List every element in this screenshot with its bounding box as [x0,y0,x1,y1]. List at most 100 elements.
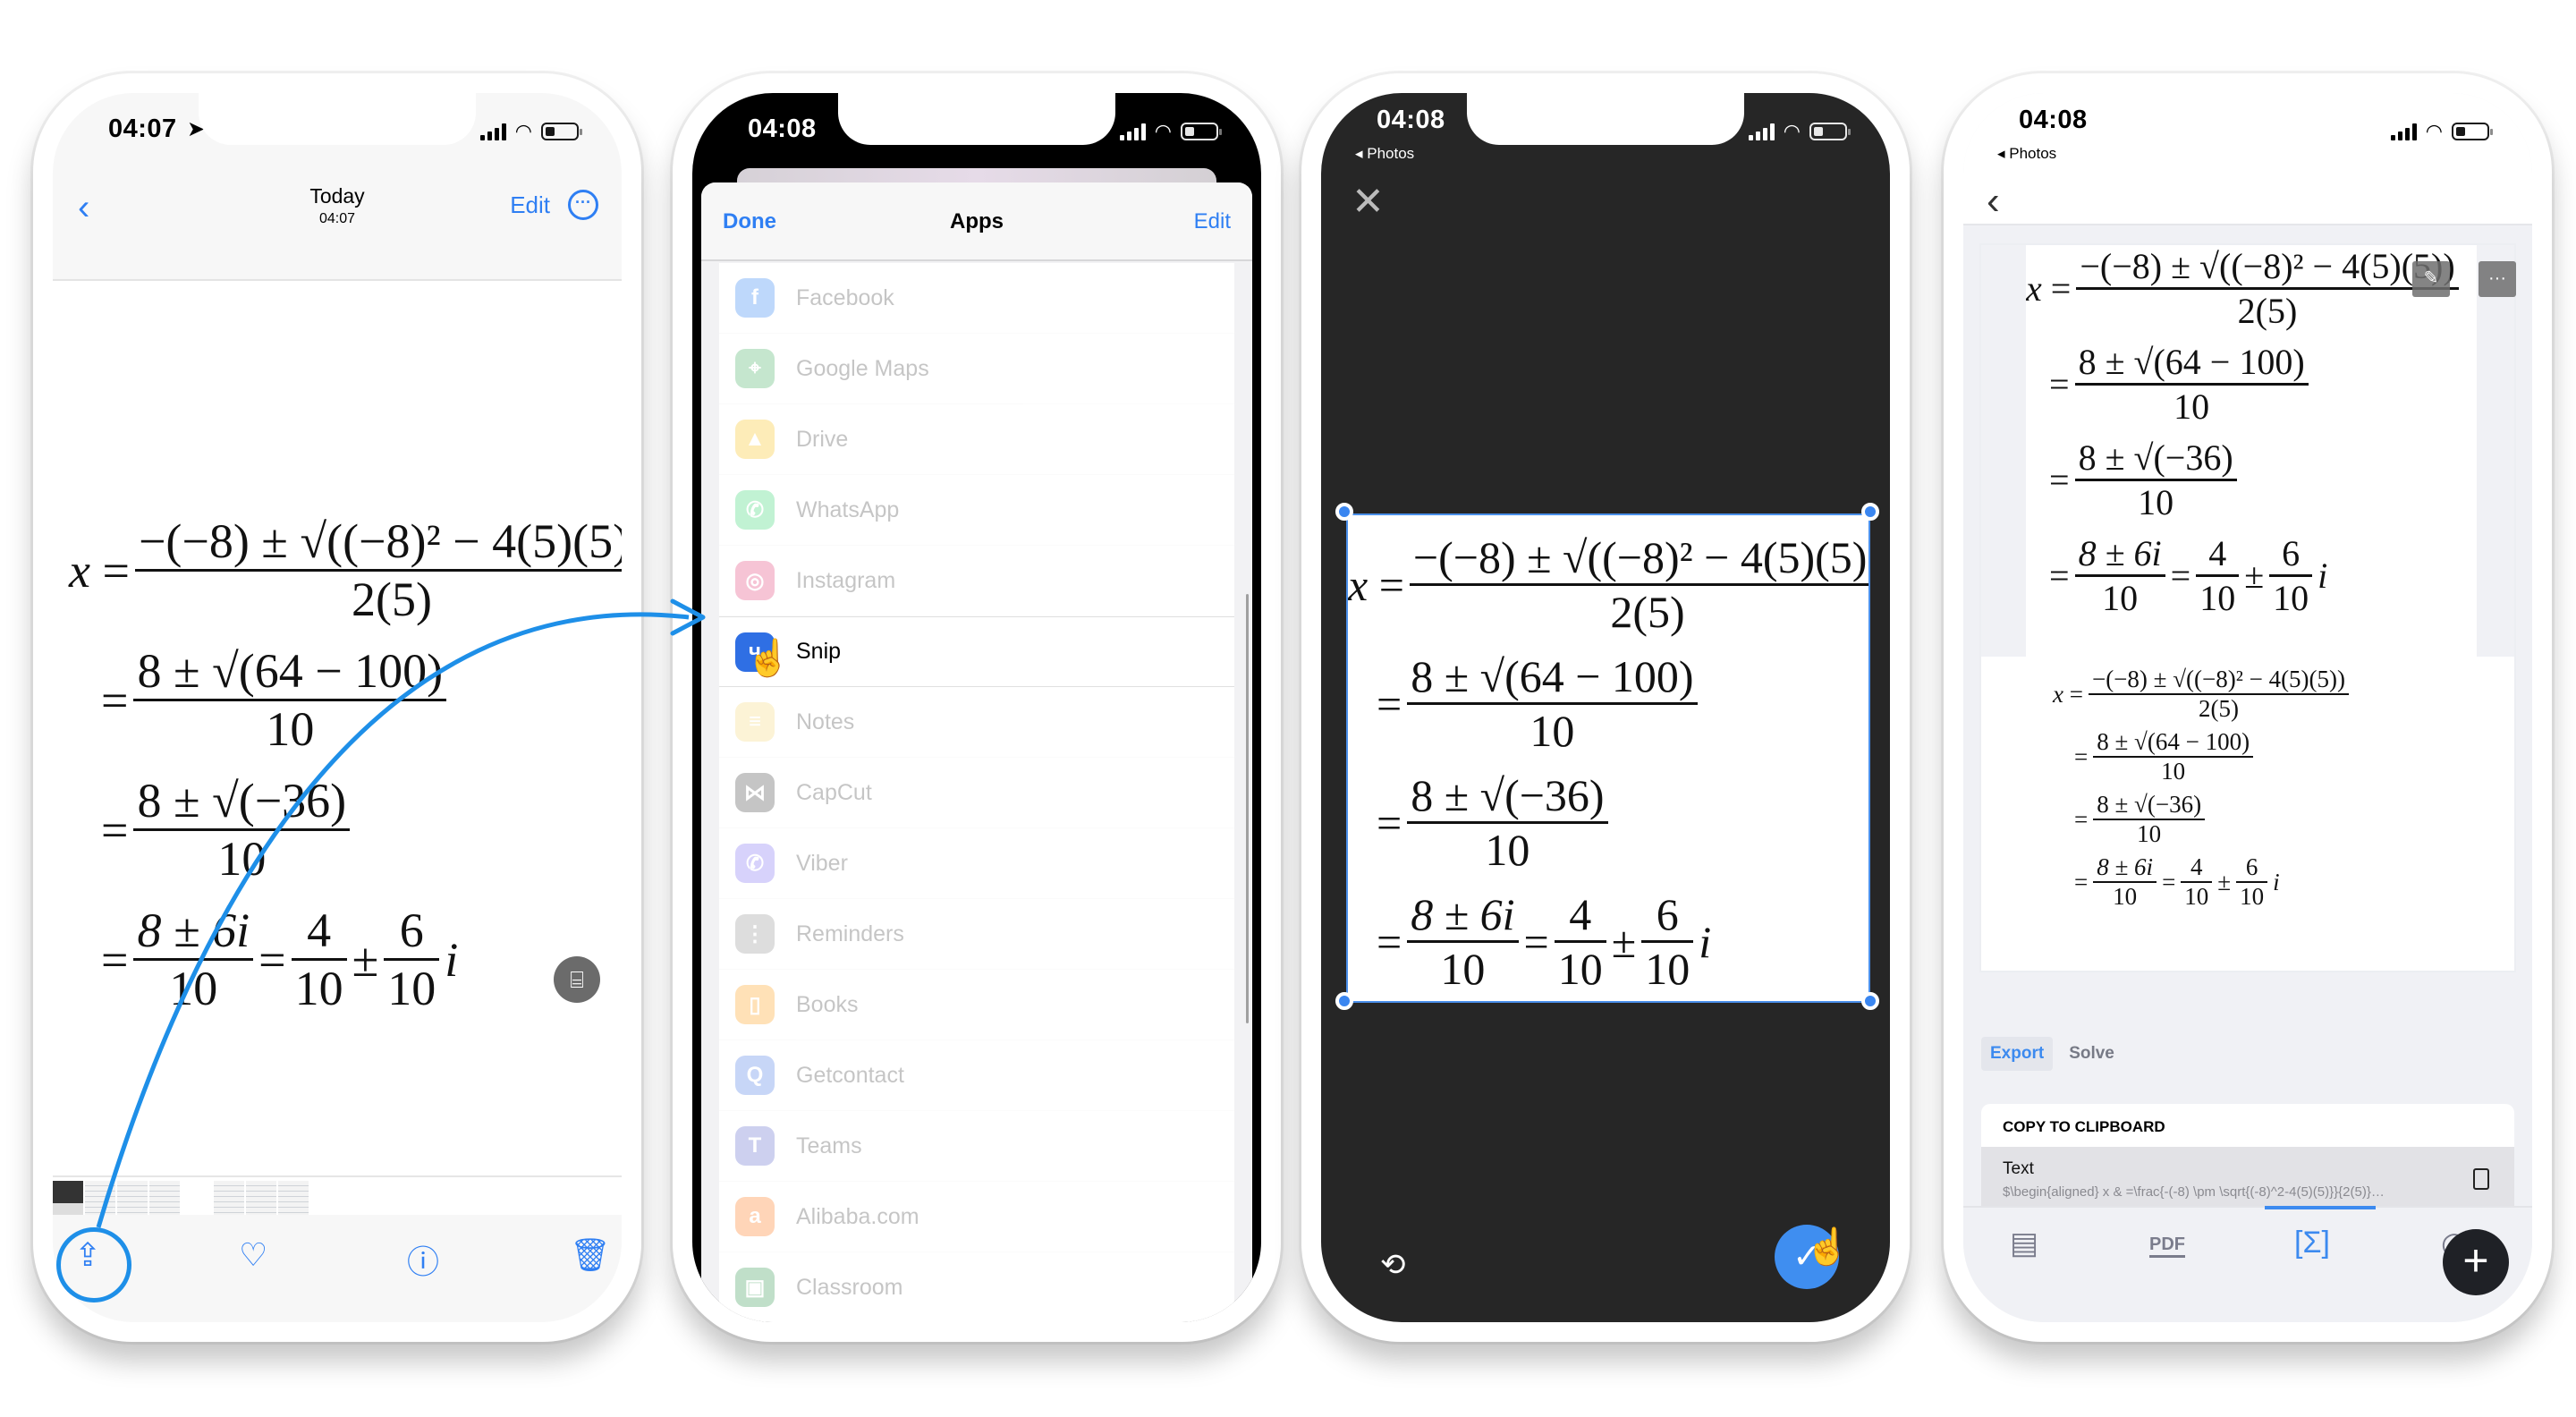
crop-screen: 04:08 ◂ Photos ◠ ✕ x = −(−8) ± √((−8)² −… [1321,93,1890,1322]
wifi-icon: ◠ [514,120,532,142]
app-label: Snip [796,639,842,664]
app-row-classroom[interactable]: ▣ Classroom [719,1252,1234,1322]
back-to-photos-link[interactable]: ◂ Photos [1997,145,2056,163]
app-label: Viber [796,850,848,876]
phone-crop-screen: 04:08 ◂ Photos ◠ ✕ x = −(−8) ± √((−8)² −… [1301,73,1910,1342]
eq4b-numerator: 6 [1656,889,1679,939]
more-options-icon[interactable]: ··· [568,190,598,220]
app-row-whatsapp[interactable]: ✆ WhatsApp [719,475,1234,546]
eq4b-numerator: 6 [2282,533,2301,573]
signal-icon [1748,123,1775,140]
live-text-icon[interactable]: ⌸ [554,956,600,1003]
eq1-numerator: −(−8) ± √((−8)² − 4(5)(5)) [1412,532,1870,582]
reminders-app-icon: ⋮ [735,914,775,954]
active-tab-indicator [2265,1206,2376,1209]
app-row-books[interactable]: ▯ Books [719,970,1234,1040]
crop-region[interactable]: x = −(−8) ± √((−8)² − 4(5)(5)) 2(5) = 8 ±… [1346,513,1870,1003]
eq3-numerator: 8 ± √(−36) [2078,437,2233,478]
app-row-alibaba-com[interactable]: a Alibaba.com [719,1182,1234,1252]
wifi-icon: ◠ [1783,120,1801,142]
info-icon[interactable]: ⓘ [407,1236,439,1283]
app-row-capcut[interactable]: ⋈ CapCut [719,758,1234,828]
app-row-teams[interactable]: T Teams [719,1111,1234,1182]
copy-icon[interactable] [2473,1168,2489,1190]
eq2-denominator: 10 [133,699,447,757]
rotate-icon[interactable]: ⟲ [1380,1247,1406,1283]
battery-icon [1181,123,1222,140]
eq-lhs: x [69,543,90,598]
app-label: Drive [796,426,849,452]
eq2-denominator: 10 [2074,383,2309,428]
app-label: Facebook [796,284,894,310]
eq1-numerator: −(−8) ± √((−8)² − 4(5)(5)) [138,514,622,568]
signal-icon [479,123,506,140]
eq4a-denominator: 10 [2196,574,2240,619]
app-label: Books [796,991,859,1017]
classroom-app-icon: ▣ [735,1268,775,1307]
trash-icon[interactable]: 🗑 [570,1236,611,1274]
app-row-viber[interactable]: ✆ Viber [719,828,1234,899]
app-row-drive[interactable]: ▲ Drive [719,404,1234,475]
app-label: Google Maps [796,355,929,381]
copy-section-header: COPY TO CLIPBOARD [2003,1118,2165,1135]
notch [2109,93,2386,145]
eq4a-denominator: 10 [291,958,347,1016]
edit-pencil-icon[interactable]: ✎ [2412,261,2450,297]
copy-row-title: Text [2003,1159,2034,1178]
eq4a-numerator: 4 [2190,853,2203,880]
crop-handle-bottom-left[interactable] [1335,992,1353,1010]
sigma-snip-icon[interactable]: [Σ] [2294,1226,2330,1260]
share-highlight-circle [56,1227,131,1302]
app-row-instagram[interactable]: ◎ Instagram [719,546,1234,616]
tab-export[interactable]: Export [1981,1037,2054,1071]
eq1-numerator: −(−8) ± √((−8)² − 4(5)(5)) [2091,666,2346,692]
cropped-equation: x = −(−8) ± √((−8)² − 4(5)(5)) 2(5) = 8 ±… [1348,531,1870,1001]
drive-app-icon: ▲ [735,420,775,459]
whatsapp-app-icon: ✆ [735,490,775,530]
status-time: 04:08 [2019,106,2088,134]
back-chevron-icon[interactable]: ‹ [1987,179,2000,224]
phone-snip-result: 04:08 ◂ Photos ◠ ‹ x = −(−8) ± √((−8)² −… [1944,73,2552,1342]
tab-solve[interactable]: Solve [2060,1037,2123,1071]
app-row-google-maps[interactable]: ⌖ Google Maps [719,334,1234,404]
pointer-hand-icon: ☝ [746,639,791,678]
eq4a-denominator: 10 [1554,940,1606,995]
heart-icon[interactable]: ♡ [239,1236,267,1274]
copy-row-value: $\begin{aligned} x & =\frac{-(-8) \pm \s… [2003,1184,2385,1200]
eq4-numerator: 8 ± 6i [2078,533,2162,573]
app-label: Teams [796,1133,862,1158]
sheet-header: Done Apps Edit [701,182,1252,261]
eq-lhs: x [2053,680,2063,708]
google-maps-app-icon: ⌖ [735,349,775,388]
crop-handle-bottom-right[interactable] [1861,992,1879,1010]
app-row-getcontact[interactable]: Q Getcontact [719,1040,1234,1111]
scrollbar[interactable] [1246,594,1249,1023]
viber-app-icon: ✆ [735,844,775,883]
eq-lhs: x [1348,559,1368,610]
eq4b-denominator: 10 [1641,940,1694,995]
app-row-notes[interactable]: ≡ Notes [719,687,1234,758]
back-to-photos-link[interactable]: ◂ Photos [1355,145,1414,163]
eq3-denominator: 10 [1407,821,1608,876]
app-label: Getcontact [796,1062,904,1088]
crop-handle-top-left[interactable] [1335,503,1353,521]
document-icon[interactable]: ▤ [2010,1226,2038,1261]
notch [199,93,476,145]
edit-button[interactable]: Edit [1194,209,1231,234]
pdf-icon[interactable]: PDF [2149,1235,2185,1258]
add-fab-button[interactable]: + [2443,1229,2509,1295]
alibaba-com-app-icon: a [735,1197,775,1236]
crop-handle-top-right[interactable] [1861,503,1879,521]
more-options-icon[interactable]: ··· [2479,261,2516,297]
photos-screen: ‹ Today 04:07 Edit ··· 04:07 ➤ ◠ x = −(−… [53,93,622,1322]
apps-sheet: Done Apps Edit f Facebook ⌖ Google Maps ▲ Dri… [701,182,1252,1322]
eq4-denominator: 10 [133,958,254,1016]
edit-button[interactable]: Edit [510,191,550,219]
app-row-facebook[interactable]: f Facebook [719,263,1234,334]
close-icon[interactable]: ✕ [1352,179,1385,225]
app-row-reminders[interactable]: ⋮ Reminders [719,899,1234,970]
snip-source-image: x = −(−8) ± √((−8)² − 4(5)(5)) 2(5) = 8 ±… [2026,245,2466,657]
rendered-equation: x = −(−8) ± √((−8)² − 4(5)(5)) 2(5) = 8 ±… [2053,666,2354,916]
app-row-snip[interactable]: ч Snip [719,616,1234,687]
eq2-numerator: 8 ± √(64 − 100) [1411,651,1694,701]
